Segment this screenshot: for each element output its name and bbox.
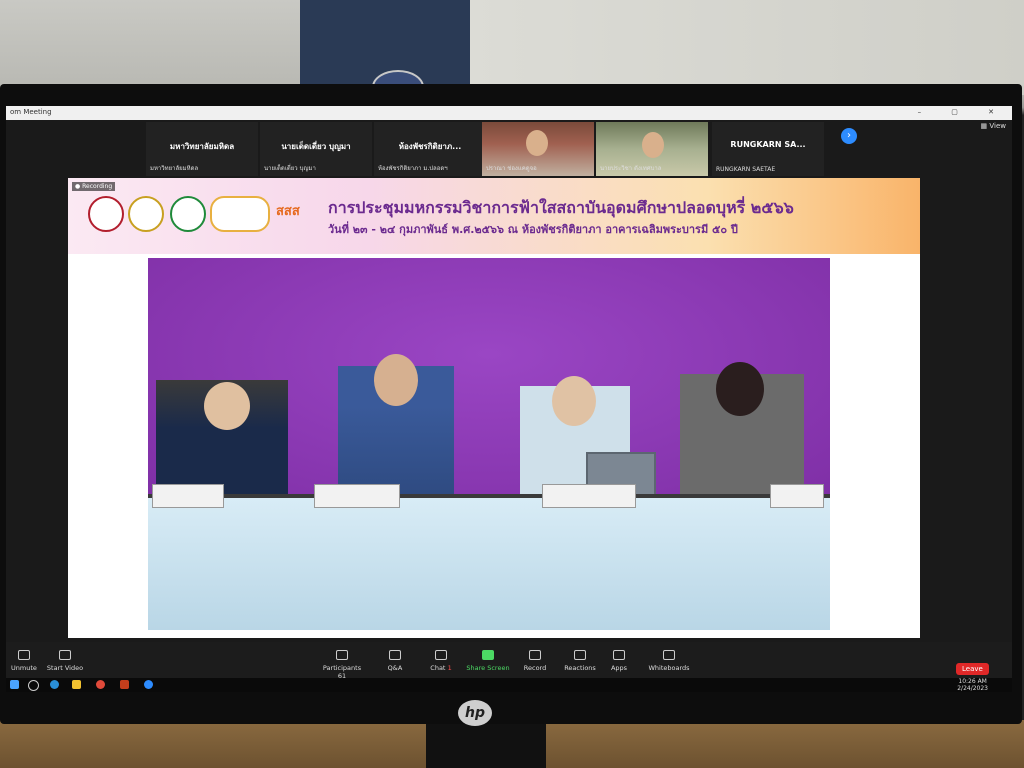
leave-button[interactable]: Leave — [956, 663, 989, 675]
zoom-icon[interactable] — [144, 680, 153, 689]
org-logo — [128, 196, 164, 232]
next-page-icon[interactable]: › — [841, 128, 857, 144]
apps-icon — [613, 650, 625, 660]
participant-tile[interactable]: มหาวิทยาลัยมหิดล มหาวิทยาลัยมหิดล — [146, 122, 258, 176]
participant-tile[interactable]: ห้องพัชรกิติยาภ... ห้องพัชรกิติยาภา ม.ปล… — [374, 122, 486, 176]
recording-badge: ● Recording — [72, 182, 116, 191]
zoom-window: om Meeting – ▢ ✕ ▦ View มหาวิทยาลัยมหิดล… — [6, 106, 1012, 692]
system-clock[interactable]: 10:26 AM 2/24/2023 — [957, 678, 988, 692]
microphone-icon — [18, 650, 30, 660]
powerpoint-icon[interactable] — [120, 680, 129, 689]
camera-icon — [59, 650, 71, 660]
thaihealth-logo: สสส — [276, 204, 300, 219]
monitor-stand — [426, 724, 546, 768]
monitor: om Meeting – ▢ ✕ ▦ View มหาวิทยาลัยมหิดล… — [0, 84, 1022, 726]
org-logo — [88, 196, 124, 232]
participants-button[interactable]: Participants 61 — [320, 650, 364, 680]
start-video-button[interactable]: Start Video — [42, 650, 88, 672]
whiteboards-button[interactable]: Whiteboards — [646, 650, 692, 672]
view-button[interactable]: ▦ View — [981, 122, 1006, 130]
reaction-icon — [574, 650, 586, 660]
participant-video[interactable]: นายประวิชา ดังเทศบาล — [596, 122, 708, 176]
qa-icon — [389, 650, 401, 660]
shared-screen: ● Recording สสส การประชุมมหกรรมวิชาการฟ้… — [68, 178, 920, 638]
hp-logo: hp — [458, 700, 492, 726]
panelist-face — [716, 362, 764, 416]
folder-icon[interactable] — [72, 680, 81, 689]
unmute-button[interactable]: Unmute — [6, 650, 42, 672]
record-icon — [529, 650, 541, 660]
org-logo — [210, 196, 270, 232]
org-logo — [170, 196, 206, 232]
share-screen-button[interactable]: Share Screen — [466, 650, 510, 672]
windows-taskbar: 10:26 AM 2/24/2023 — [6, 678, 1012, 692]
window-title: om Meeting — [10, 108, 52, 116]
participant-strip: มหาวิทยาลัยมหิดล มหาวิทยาลัยมหิดล นายเด็… — [146, 122, 846, 176]
event-banner: ● Recording สสส การประชุมมหกรรมวิชาการฟ้… — [68, 178, 920, 254]
people-icon — [336, 650, 348, 660]
event-subtitle: วันที่ ๒๓ - ๒๔ กุมภาพันธ์ พ.ศ.๒๕๖๖ ณ ห้อ… — [328, 223, 738, 236]
search-icon[interactable] — [28, 680, 39, 691]
participant-tile[interactable]: นายเด็ดเดี่ยว บุญมา นายเด็ดเดี่ยว บุญมา — [260, 122, 372, 176]
chat-button[interactable]: Chat 1 — [426, 650, 456, 672]
panelist-face — [374, 354, 418, 406]
start-icon[interactable] — [10, 680, 19, 689]
apps-button[interactable]: Apps — [606, 650, 632, 672]
qa-button[interactable]: Q&A — [380, 650, 410, 672]
chat-icon — [435, 650, 447, 660]
panel-stage-photo — [148, 258, 830, 630]
edge-icon[interactable] — [50, 680, 59, 689]
whiteboard-icon — [663, 650, 675, 660]
reactions-button[interactable]: Reactions — [560, 650, 600, 672]
event-title: การประชุมมหกรรมวิชาการฟ้าใสสถาบันอุดมศึก… — [328, 198, 794, 217]
nameplate — [542, 484, 636, 508]
participant-face — [642, 132, 664, 158]
chrome-icon[interactable] — [96, 680, 105, 689]
record-button[interactable]: Record — [520, 650, 550, 672]
participant-tile[interactable]: RUNGKARN SA... RUNGKARN SAETAE — [712, 122, 824, 176]
panelist-face — [204, 382, 250, 430]
window-controls[interactable]: – ▢ ✕ — [918, 108, 1008, 116]
participant-face — [526, 130, 548, 156]
participant-video[interactable]: ปราณา ช่องแคดูจอ — [482, 122, 594, 176]
panelist-face — [552, 376, 596, 426]
nameplate — [770, 484, 824, 508]
share-icon — [482, 650, 494, 660]
room-wall — [460, 0, 1024, 95]
title-bar: om Meeting – ▢ ✕ — [6, 106, 1012, 120]
table-cloth — [148, 498, 830, 630]
nameplate — [314, 484, 400, 508]
nameplate — [152, 484, 224, 508]
